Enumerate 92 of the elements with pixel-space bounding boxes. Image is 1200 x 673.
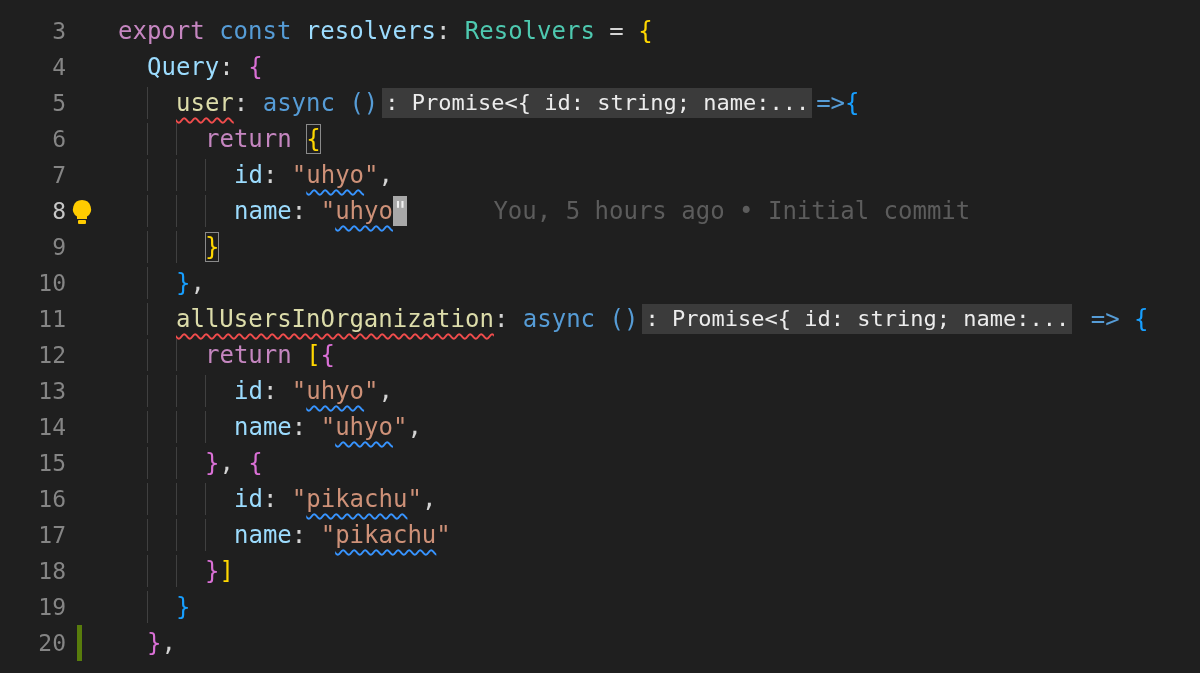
- code-text: }: [176, 268, 191, 298]
- code-text: return: [205, 340, 293, 370]
- line-number: 9: [51, 233, 66, 262]
- line-number: 12: [37, 341, 66, 370]
- code-text: ,: [161, 628, 176, 658]
- line-number: 15: [37, 449, 66, 478]
- code-text: [: [306, 340, 321, 370]
- code-text: ,: [378, 160, 393, 190]
- code-text: ": [291, 376, 307, 406]
- code-text: ": [320, 520, 336, 550]
- code-text: :: [233, 88, 250, 118]
- code-text: :: [219, 52, 235, 82]
- code-text: :: [291, 196, 308, 226]
- cursor-character: ": [392, 196, 408, 226]
- code-text: ,: [190, 268, 205, 298]
- code-text: ,: [421, 484, 437, 514]
- code-text: uhyo: [335, 412, 393, 442]
- inlay-hint: : Promise<{ id: string; name:...: [382, 88, 813, 118]
- code-text: resolvers: [305, 16, 436, 46]
- code-text: ]: [219, 556, 234, 586]
- code-text: =>: [1089, 304, 1121, 334]
- code-text: {: [1134, 304, 1149, 334]
- code-text: uhyo: [306, 376, 365, 406]
- code-text: ": [407, 484, 422, 514]
- code-text: export: [118, 16, 205, 46]
- code-text: ": [364, 160, 379, 190]
- line-number: 6: [51, 125, 66, 154]
- code-text: ": [436, 520, 451, 550]
- code-text: async (): [262, 88, 379, 118]
- line-number: 3: [51, 17, 66, 46]
- code-text: uhyo: [306, 160, 365, 190]
- code-text: }: [205, 556, 220, 586]
- code-text: {: [248, 448, 263, 478]
- code-text: ,: [378, 376, 393, 406]
- code-text: {: [320, 340, 336, 370]
- code-text: }: [147, 628, 162, 658]
- code-text: ": [291, 160, 307, 190]
- code-text: }: [205, 232, 220, 262]
- code-text: pikachu: [335, 520, 437, 550]
- code-text: Resolvers: [464, 16, 595, 46]
- code-text: pikachu: [306, 484, 408, 514]
- code-text: }: [176, 592, 191, 622]
- code-text: ,: [407, 412, 422, 442]
- code-text: }: [205, 448, 220, 478]
- code-text: const: [218, 16, 293, 46]
- line-number: 11: [37, 305, 66, 334]
- code-text: uhyo: [335, 196, 393, 226]
- code-text: {: [638, 16, 653, 46]
- line-number: 14: [37, 413, 66, 442]
- code-text: :: [435, 16, 452, 46]
- code-text: ": [320, 196, 336, 226]
- code-text: :: [291, 412, 308, 442]
- code-text: user: [176, 88, 234, 118]
- code-text: id: [234, 376, 263, 406]
- code-text: {: [306, 124, 321, 154]
- code-text: :: [291, 520, 308, 550]
- code-text: ": [392, 412, 408, 442]
- code-text: name: [234, 196, 292, 226]
- line-number: 20: [37, 629, 66, 658]
- code-text: name: [234, 412, 292, 442]
- line-number: 5: [51, 89, 66, 118]
- line-number: 18: [37, 557, 66, 586]
- lightbulb-icon[interactable]: [70, 199, 94, 225]
- line-number: 10: [37, 269, 66, 298]
- code-text: =>: [816, 88, 846, 118]
- code-text: :: [262, 376, 279, 406]
- code-text: =: [608, 16, 625, 46]
- code-text: id: [234, 484, 263, 514]
- code-text: name: [234, 520, 292, 550]
- code-text: Query: [147, 52, 220, 82]
- blame-annotation: You, 5 hours ago • Initial commit: [493, 196, 971, 226]
- code-text: :: [262, 160, 279, 190]
- line-number: 16: [37, 485, 66, 514]
- line-number: 8: [51, 197, 66, 226]
- code-text: ": [364, 376, 379, 406]
- code-text: {: [845, 88, 860, 118]
- line-number: 7: [51, 161, 66, 190]
- code-text: :: [262, 484, 279, 514]
- code-text: :: [493, 304, 510, 334]
- line-number: 4: [51, 53, 66, 82]
- code-text: ,: [219, 448, 235, 478]
- line-number: 13: [37, 377, 66, 406]
- code-text: ": [291, 484, 307, 514]
- code-text: async (): [522, 304, 639, 334]
- code-text: {: [248, 52, 263, 82]
- code-text: allUsersInOrganization: [176, 304, 494, 334]
- line-number: 17: [37, 521, 66, 550]
- code-text: id: [234, 160, 263, 190]
- line-number: 19: [37, 593, 66, 622]
- code-text: ": [320, 412, 336, 442]
- code-text: return: [205, 124, 293, 154]
- inlay-hint: : Promise<{ id: string; name:...: [642, 304, 1073, 334]
